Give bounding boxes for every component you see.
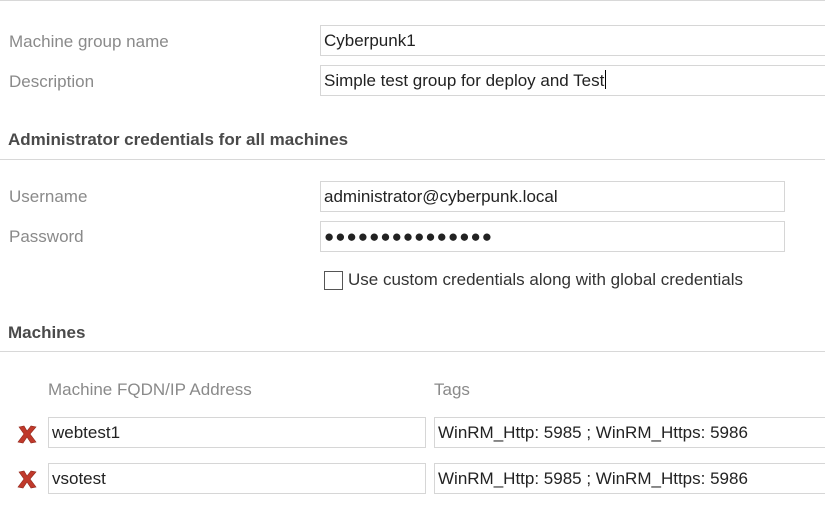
custom-credentials-checkbox[interactable] [324, 271, 343, 290]
description-label: Description [9, 72, 95, 91]
delete-row-icon[interactable] [16, 423, 38, 445]
credentials-section-divider [0, 159, 825, 160]
delete-row-icon[interactable] [16, 468, 38, 490]
machine-fqdn-input[interactable]: vsotest [48, 463, 426, 494]
machine-fqdn-input[interactable]: webtest1 [48, 417, 426, 448]
description-value: Simple test group for deploy and Test [324, 71, 605, 90]
custom-credentials-checkbox-label[interactable]: Use custom credentials along with global… [348, 270, 743, 290]
machines-section-heading: Machines [8, 323, 86, 342]
machines-section-divider [0, 351, 825, 352]
machine-group-name-input[interactable]: Cyberpunk1 [320, 25, 825, 56]
top-divider [0, 0, 825, 1]
machine-group-name-label: Machine group name [9, 32, 169, 51]
fqdn-column-header: Machine FQDN/IP Address [48, 380, 252, 399]
text-caret [605, 70, 607, 90]
credentials-section-heading: Administrator credentials for all machin… [8, 130, 349, 149]
machine-tags-input[interactable]: WinRM_Http: 5985 ; WinRM_Https: 5986 [434, 417, 825, 448]
description-input[interactable]: Simple test group for deploy and Test [320, 65, 825, 96]
machine-tags-input[interactable]: WinRM_Http: 5985 ; WinRM_Https: 5986 [434, 463, 825, 494]
tags-column-header: Tags [434, 380, 470, 399]
password-input[interactable]: ●●●●●●●●●●●●●●● [320, 221, 785, 252]
username-input[interactable]: administrator@cyberpunk.local [320, 181, 785, 212]
username-label: Username [9, 187, 88, 206]
password-label: Password [9, 227, 84, 246]
